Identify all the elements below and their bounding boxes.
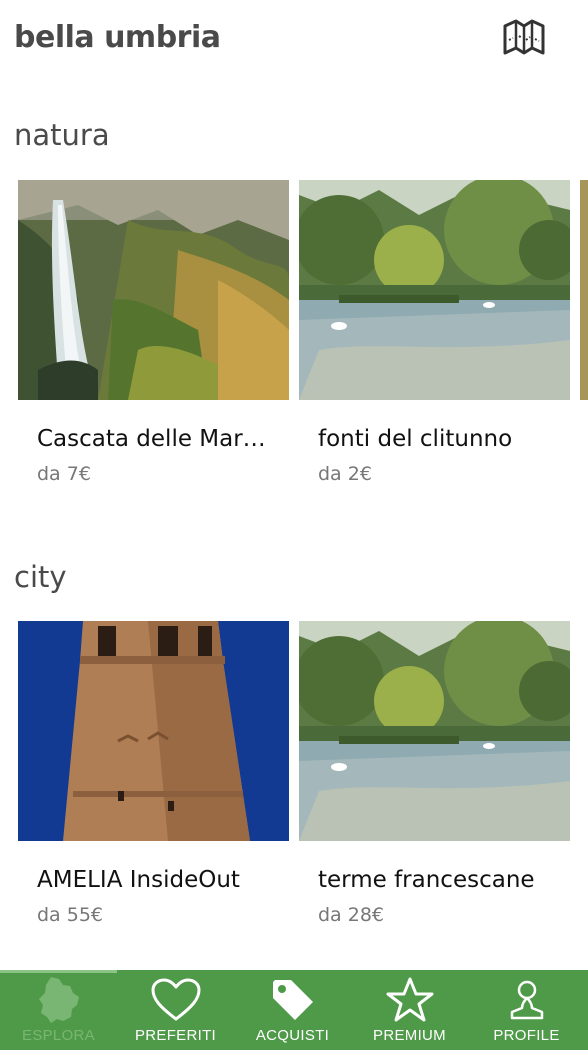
active-tab-indicator bbox=[0, 970, 117, 973]
card-image bbox=[299, 180, 570, 400]
tab-acquisti[interactable]: ACQUISTI bbox=[234, 970, 351, 1050]
tab-label: PREFERITI bbox=[134, 1027, 217, 1044]
app-title: bella umbria bbox=[14, 20, 221, 55]
tab-premium[interactable]: PREMIUM bbox=[351, 970, 468, 1050]
heart-icon bbox=[151, 978, 200, 1021]
user-icon bbox=[510, 980, 543, 1020]
card-image bbox=[18, 621, 289, 841]
card-image bbox=[299, 621, 570, 841]
card-image bbox=[18, 180, 289, 400]
card-title: Cascata delle Mar… bbox=[37, 426, 266, 452]
card-price: da 28€ bbox=[318, 904, 385, 926]
umbria-region-icon bbox=[38, 977, 79, 1023]
map-button[interactable] bbox=[502, 18, 546, 56]
card-price: da 55€ bbox=[37, 904, 104, 926]
card-partial-next[interactable] bbox=[580, 180, 588, 500]
app-header: bella umbria bbox=[0, 0, 588, 80]
tab-label: ESPLORA bbox=[22, 1027, 95, 1044]
tab-label: PREMIUM bbox=[373, 1027, 446, 1044]
card-amelia-insideout[interactable]: AMELIA InsideOut da 55€ bbox=[18, 621, 289, 941]
card-row-natura[interactable]: Cascata delle Mar… da 7€ fonti del clitu… bbox=[0, 180, 588, 500]
card-terme-francescane[interactable]: terme francescane da 28€ bbox=[299, 621, 570, 941]
card-fonti-clitunno[interactable]: fonti del clitunno da 2€ bbox=[299, 180, 570, 500]
tab-label: ACQUISTI bbox=[255, 1027, 330, 1044]
card-row-city[interactable]: AMELIA InsideOut da 55€ terme francescan… bbox=[0, 621, 588, 941]
tab-profile[interactable]: PROFILE bbox=[468, 970, 585, 1050]
section-title-city: city bbox=[14, 560, 67, 594]
tab-preferiti[interactable]: PREFERITI bbox=[117, 970, 234, 1050]
star-icon bbox=[386, 977, 433, 1022]
card-cascata-marmore[interactable]: Cascata delle Mar… da 7€ bbox=[18, 180, 289, 500]
bottom-tab-bar: ESPLORA PREFERITI ACQUISTI PREMIUM PROFI… bbox=[0, 970, 588, 1050]
card-image bbox=[580, 180, 588, 400]
card-price: da 2€ bbox=[318, 463, 372, 485]
tag-icon bbox=[272, 980, 313, 1020]
card-price: da 7€ bbox=[37, 463, 91, 485]
card-title: fonti del clitunno bbox=[318, 426, 513, 452]
section-title-natura: natura bbox=[14, 118, 110, 152]
card-title: terme francescane bbox=[318, 867, 535, 893]
tab-label: PROFILE bbox=[493, 1027, 560, 1044]
tab-esplora[interactable]: ESPLORA bbox=[0, 970, 117, 1050]
card-title: AMELIA InsideOut bbox=[37, 867, 240, 893]
map-icon bbox=[503, 19, 545, 55]
